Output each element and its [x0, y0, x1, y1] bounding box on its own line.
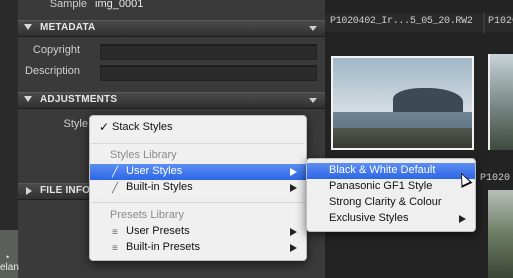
description-field[interactable] [100, 65, 317, 81]
submenu-arrow-icon [290, 228, 297, 236]
selected-photo-thumbnail[interactable] [331, 56, 474, 150]
section-menu-icon[interactable] [309, 26, 317, 31]
menu-header-styles-library: Styles Library [110, 149, 177, 161]
sample-value: img_0001 [95, 0, 144, 10]
sample-row: Sample img_0001 [18, 0, 325, 16]
metadata-title: METADATA [40, 22, 96, 33]
style-label: Style [63, 118, 88, 130]
metadata-section-header[interactable]: METADATA [18, 20, 325, 37]
file-info-title: FILE INFO [40, 185, 91, 196]
photo-shore [333, 128, 472, 148]
adjustments-section-header[interactable]: ADJUSTMENTS [18, 92, 325, 109]
submenu-item-exclusive-styles[interactable]: Exclusive Styles [307, 211, 475, 227]
submenu-arrow-icon [459, 215, 466, 223]
submenu-item-strong-clarity[interactable]: Strong Clarity & Colour [307, 195, 475, 211]
description-label: Description [24, 65, 80, 77]
menu-header-presets-library: Presets Library [110, 209, 184, 221]
disclosure-open-icon[interactable] [24, 96, 32, 102]
submenu-arrow-icon [290, 168, 297, 176]
user-styles-submenu: Black & White Default Panasonic GF1 Styl… [306, 158, 476, 232]
submenu-arrow-icon [290, 244, 297, 252]
checkmark-icon: ✓ [99, 120, 110, 134]
image-filename: P1020402_Ir...5_05_20.RW2 [330, 16, 473, 27]
list-icon: ≡ [112, 243, 118, 254]
sample-label: Sample [49, 0, 87, 10]
disclosure-open-icon[interactable] [24, 24, 32, 30]
adjustments-title: ADJUSTMENTS [40, 94, 118, 105]
photo-thumbnail-lower[interactable] [488, 190, 513, 278]
list-icon: ≡ [112, 227, 118, 238]
menu-item-user-presets[interactable]: ≡ User Presets [90, 224, 306, 240]
brush-icon: ╱ [112, 167, 119, 178]
menu-item-built-in-styles[interactable]: ╱ Built-in Styles [90, 180, 306, 196]
brush-icon: ╱ [112, 183, 119, 194]
menu-item-built-in-presets[interactable]: ≡ Built-in Presets [90, 240, 306, 256]
submenu-arrow-icon [290, 184, 297, 192]
menu-separator [91, 143, 305, 144]
menu-separator [91, 202, 305, 203]
disclosure-closed-icon[interactable] [26, 187, 32, 195]
thumbnail-caption: elan [0, 262, 19, 273]
menu-item-user-styles[interactable]: ╱ User Styles [90, 164, 306, 180]
image-filename-lower: P1020 [480, 173, 511, 184]
copyright-label: Copyright [32, 44, 80, 56]
style-popup-menu: ✓ Stack Styles Styles Library ╱ User Sty… [89, 115, 307, 261]
submenu-item-bw-default[interactable]: Black & White Default [307, 163, 475, 179]
divider [483, 13, 485, 33]
photo-thumbnail-next[interactable] [488, 54, 513, 150]
image-filename-next: P1020 [488, 16, 513, 27]
thumbnail-dot-icon: • [6, 252, 10, 262]
section-menu-icon[interactable] [309, 98, 317, 103]
menu-item-stack-styles[interactable]: ✓ Stack Styles [90, 120, 306, 136]
copyright-field[interactable] [100, 44, 317, 60]
submenu-item-gf1-style[interactable]: Panasonic GF1 Style [307, 179, 475, 195]
